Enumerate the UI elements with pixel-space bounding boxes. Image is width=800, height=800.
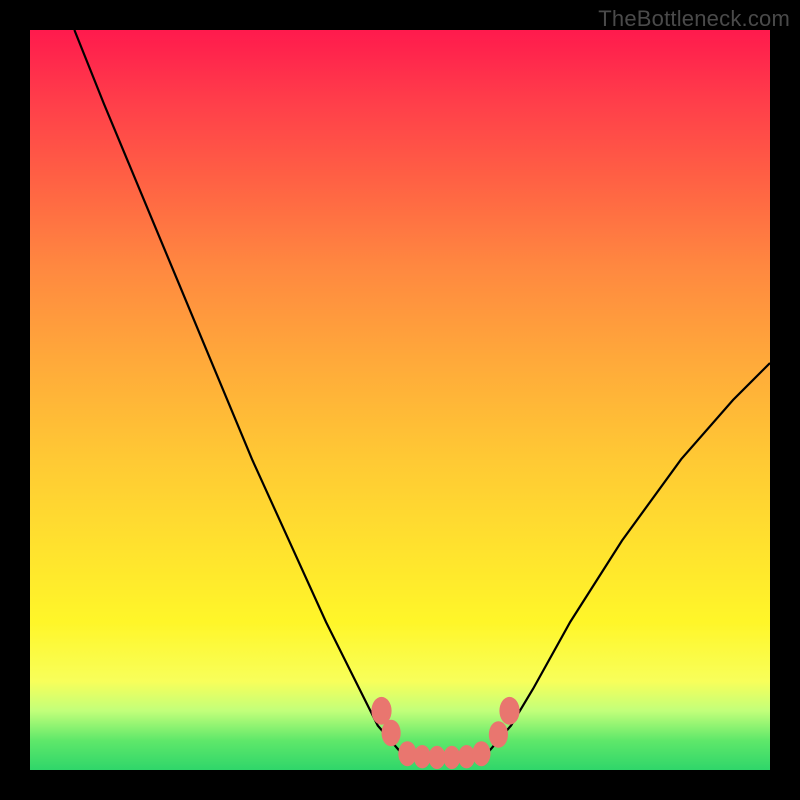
data-marker	[443, 746, 460, 769]
data-marker	[382, 720, 401, 746]
data-marker	[414, 745, 431, 768]
bottleneck-curve	[74, 30, 770, 758]
watermark-text: TheBottleneck.com	[598, 6, 790, 32]
marker-group	[371, 697, 519, 769]
data-marker	[499, 697, 519, 725]
data-marker	[429, 746, 446, 769]
chart-svg	[30, 30, 770, 770]
data-marker	[458, 745, 475, 768]
data-marker	[398, 741, 416, 766]
data-marker	[472, 741, 490, 766]
data-marker	[489, 721, 508, 747]
